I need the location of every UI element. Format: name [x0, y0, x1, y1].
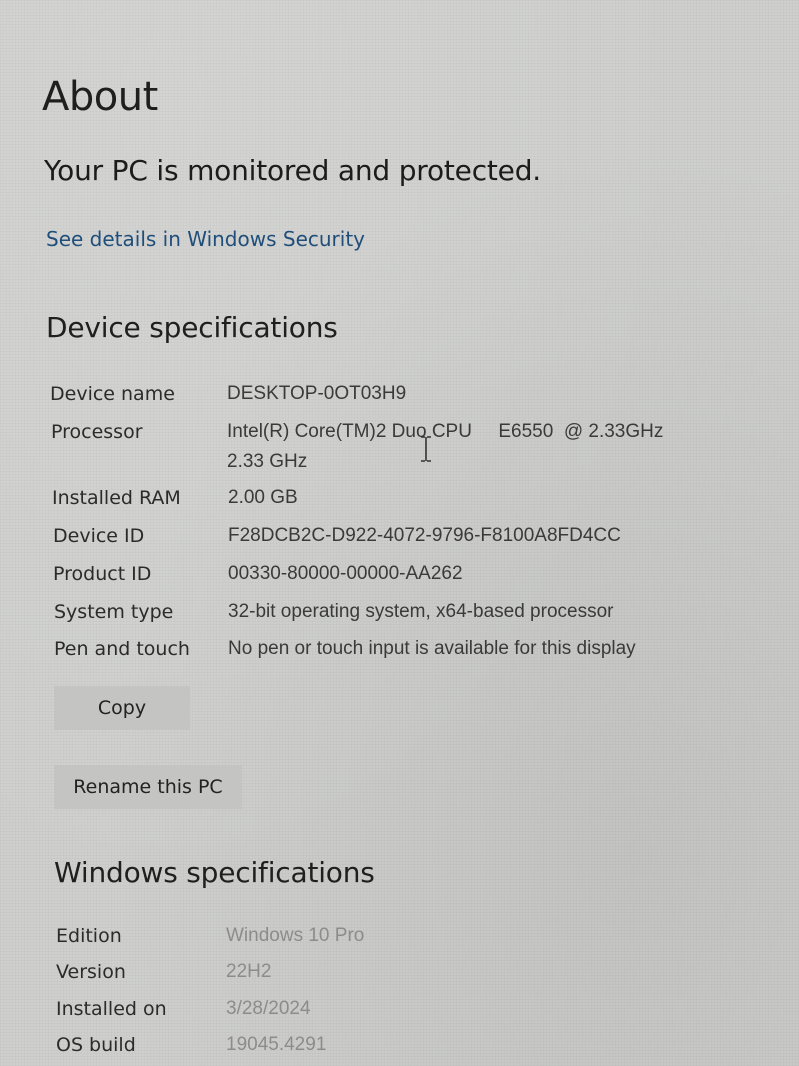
protection-status: Your PC is monitored and protected. [44, 154, 541, 187]
spec-label: Installed on [56, 998, 167, 1020]
spec-value: DESKTOP-0OT03H9 [227, 383, 407, 404]
spec-label: System type [54, 601, 174, 623]
spec-value: 19045.4291 [226, 1034, 327, 1055]
copy-button[interactable]: Copy [54, 686, 190, 730]
spec-label: Product ID [53, 563, 152, 585]
rename-pc-button[interactable]: Rename this PC [54, 765, 242, 809]
spec-label: OS build [56, 1034, 136, 1056]
spec-label: Device name [50, 383, 175, 405]
windows-specifications-heading: Windows specifications [54, 856, 375, 889]
page-title: About [42, 74, 158, 120]
windows-security-link[interactable]: See details in Windows Security [46, 227, 365, 251]
text-cursor-icon [421, 436, 431, 462]
spec-label: Pen and touch [54, 638, 190, 660]
spec-value: Intel(R) Core(TM)2 Duo CPU E6550 @ 2.33G… [227, 421, 664, 442]
spec-label: Device ID [53, 525, 145, 547]
about-page: About Your PC is monitored and protected… [0, 0, 799, 1066]
spec-value-line2: 2.33 GHz [227, 451, 308, 472]
spec-label: Installed RAM [52, 487, 181, 509]
spec-label: Edition [56, 925, 122, 947]
spec-value: 32-bit operating system, x64-based proce… [228, 601, 614, 622]
spec-value: Windows 10 Pro [226, 925, 365, 946]
spec-value: No pen or touch input is available for t… [228, 638, 636, 659]
spec-label: Version [56, 961, 126, 983]
spec-value: 2.00 GB [228, 487, 298, 508]
spec-value: 3/28/2024 [226, 998, 311, 1019]
device-specifications-heading: Device specifications [46, 311, 338, 344]
spec-value: 00330-80000-00000-AA262 [228, 563, 463, 584]
spec-value: 22H2 [226, 961, 272, 982]
spec-value: F28DCB2C-D922-4072-9796-F8100A8FD4CC [228, 525, 621, 546]
spec-label: Processor [51, 421, 143, 443]
